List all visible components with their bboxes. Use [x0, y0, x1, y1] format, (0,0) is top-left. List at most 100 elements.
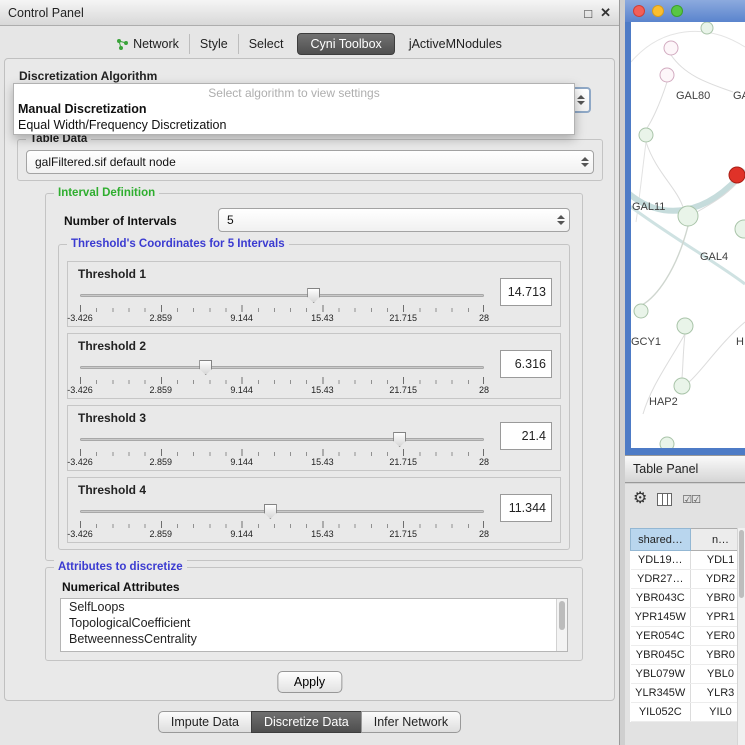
threshold-1-slider[interactable] [80, 288, 484, 303]
attributes-group-title: Attributes to discretize [54, 560, 187, 574]
table-cell[interactable]: YPR145W [631, 608, 691, 627]
scrollbar-thumb[interactable] [739, 530, 744, 598]
table-cell[interactable]: YBL079W [631, 665, 691, 684]
minimize-icon[interactable]: □ [584, 6, 592, 21]
tab-cyni-toolbox[interactable]: Cyni Toolbox [297, 33, 394, 55]
attribute-list-item[interactable]: BetweennessCentrality [61, 631, 567, 647]
select-all-checks-icon[interactable]: ☑☑ [682, 493, 700, 506]
threshold-4-slider[interactable] [80, 504, 484, 519]
network-node[interactable] [677, 318, 693, 334]
discretization-algorithm-label: Discretization Algorithm [19, 69, 157, 83]
minimize-traffic-light-icon[interactable] [652, 5, 664, 17]
tab-impute-data[interactable]: Impute Data [158, 711, 252, 733]
table-cell[interactable]: YIL052C [631, 703, 691, 722]
tab-jactivemnodules[interactable]: jActiveMNodules [399, 34, 512, 54]
slider-thumb[interactable] [199, 360, 212, 375]
tab-network[interactable]: Network [107, 34, 189, 54]
table-cell[interactable]: YDR2 [691, 570, 739, 589]
table-cell[interactable]: YDR27… [631, 570, 691, 589]
tab-select[interactable]: Select [238, 34, 294, 54]
number-of-intervals-combo[interactable]: 5 [218, 208, 570, 232]
close-icon[interactable]: ✕ [600, 5, 611, 21]
network-node[interactable] [660, 437, 674, 448]
slider-scale: -3.4262.8599.14415.4321.71528 [80, 457, 484, 468]
table-cell[interactable]: YLR345W [631, 684, 691, 703]
scale-tick-label: 21.715 [389, 313, 417, 323]
table-row[interactable]: YBR043CYBR0 [631, 589, 739, 608]
table-row[interactable]: YBL079WYBL0 [631, 665, 739, 684]
network-node-label: GAL80 [676, 90, 710, 102]
table-data-combo[interactable]: galFiltered.sif default node [26, 150, 594, 174]
table-cell[interactable]: YLR3 [691, 684, 739, 703]
numerical-attributes-list[interactable]: SelfLoopsTopologicalCoefficientBetweenne… [60, 598, 568, 652]
slider-thumb[interactable] [307, 288, 320, 303]
slider-track[interactable] [80, 294, 484, 297]
tab-infer-network[interactable]: Infer Network [361, 711, 461, 733]
slider-thumb[interactable] [393, 432, 406, 447]
threshold-1-value-field[interactable]: 14.713 [500, 278, 552, 306]
network-node[interactable] [701, 22, 713, 34]
scale-tick-label: 9.144 [230, 457, 253, 467]
tab-discretize-data[interactable]: Discretize Data [251, 711, 362, 733]
slider-thumb[interactable] [264, 504, 277, 519]
column-header-shared-name[interactable]: shared… [631, 529, 691, 551]
network-canvas-svg[interactable]: GAL80GAGAL11GAL4GCY1HAP2H [631, 22, 745, 448]
slider-ticks [80, 449, 484, 457]
slider-track[interactable] [80, 438, 484, 441]
table-cell[interactable]: YDL19… [631, 551, 691, 570]
network-edge [647, 82, 667, 128]
table-cell[interactable]: YBR0 [691, 646, 739, 665]
algorithm-option-equal-width[interactable]: Equal Width/Frequency Discretization [14, 117, 574, 133]
tab-label: Select [249, 37, 284, 51]
scale-tick-label: -3.426 [67, 313, 93, 323]
slider-track[interactable] [80, 366, 484, 369]
network-node[interactable] [729, 167, 745, 183]
network-node[interactable] [678, 206, 698, 226]
window-title: Control Panel [8, 6, 84, 20]
table-cell[interactable]: YER054C [631, 627, 691, 646]
table-cell[interactable]: YBR045C [631, 646, 691, 665]
table-cell[interactable]: YIL0 [691, 703, 739, 722]
apply-button[interactable]: Apply [277, 671, 342, 693]
table-row[interactable]: YDR27…YDR2 [631, 570, 739, 589]
table-row[interactable]: YIL052CYIL0 [631, 703, 739, 722]
table-cell[interactable]: YBL0 [691, 665, 739, 684]
network-node[interactable] [660, 68, 674, 82]
table-cell[interactable]: YBR0 [691, 589, 739, 608]
attribute-list-item[interactable]: SelfLoops [61, 599, 567, 615]
close-traffic-light-icon[interactable] [633, 5, 645, 17]
network-node[interactable] [634, 304, 648, 318]
network-canvas[interactable]: GAL80GAGAL11GAL4GCY1HAP2H [631, 22, 745, 448]
scrollbar-thumb[interactable] [559, 601, 565, 630]
table-cell[interactable]: YER0 [691, 627, 739, 646]
network-node[interactable] [735, 220, 745, 238]
threshold-4-value-field[interactable]: 11.344 [500, 494, 552, 522]
threshold-2-slider[interactable] [80, 360, 484, 375]
slider-track[interactable] [80, 510, 484, 513]
scale-tick-label: 28 [479, 457, 489, 467]
threshold-2-value-field[interactable]: 6.316 [500, 350, 552, 378]
table-row[interactable]: YDL19…YDL1 [631, 551, 739, 570]
network-node[interactable] [664, 41, 678, 55]
table-row[interactable]: YLR345WYLR3 [631, 684, 739, 703]
column-header-name[interactable]: n… [691, 529, 739, 551]
table-cell[interactable]: YDL1 [691, 551, 739, 570]
network-node[interactable] [674, 378, 690, 394]
attribute-list-item[interactable]: TopologicalCoefficient [61, 615, 567, 631]
table-scrollbar[interactable] [737, 528, 745, 745]
gear-icon[interactable]: ⚙ [633, 491, 647, 507]
table-cell[interactable]: YPR1 [691, 608, 739, 627]
algorithm-option-manual[interactable]: Manual Discretization [14, 101, 574, 117]
table-row[interactable]: YBR045CYBR0 [631, 646, 739, 665]
table-row[interactable]: YPR145WYPR1 [631, 608, 739, 627]
tab-style[interactable]: Style [189, 34, 238, 54]
columns-icon[interactable] [657, 493, 672, 506]
network-node[interactable] [639, 128, 653, 142]
zoom-traffic-light-icon[interactable] [671, 5, 683, 17]
threshold-3-slider[interactable] [80, 432, 484, 447]
list-scrollbar[interactable] [556, 599, 567, 651]
table-panel-header[interactable]: Table Panel [625, 455, 745, 483]
table-cell[interactable]: YBR043C [631, 589, 691, 608]
threshold-3-value-field[interactable]: 21.4 [500, 422, 552, 450]
table-row[interactable]: YER054CYER0 [631, 627, 739, 646]
